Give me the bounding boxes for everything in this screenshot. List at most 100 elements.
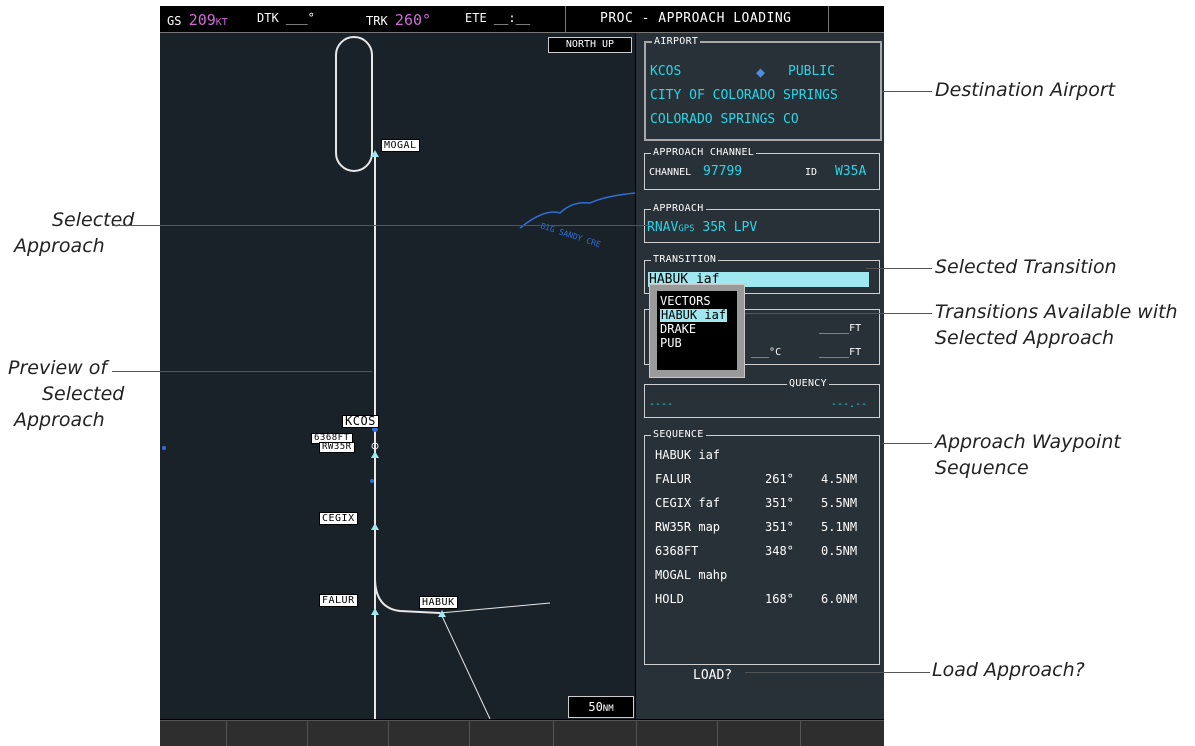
sequence-waypoint-name: 6368FT — [655, 544, 699, 558]
sequence-waypoint-name: CEGIX faf — [655, 496, 721, 510]
callout-line — [866, 268, 932, 269]
waypoint-triangle — [371, 608, 379, 615]
sequence-waypoint-dtk: 261° — [765, 472, 794, 486]
callout-line — [745, 313, 932, 314]
callout-preview-1: Preview of — [8, 357, 108, 379]
transition-option[interactable]: DRAKE — [660, 323, 696, 336]
transition-option[interactable]: HABUK iaf — [660, 309, 728, 322]
airport-type-icon: ◆ — [756, 63, 766, 81]
id-label: ID — [805, 167, 818, 178]
divider — [565, 6, 566, 32]
gs-unit: KT — [215, 17, 228, 28]
airport-type: PUBLIC — [788, 64, 835, 79]
waypoint-label-falur: FALUR — [319, 594, 358, 607]
channel-value: 97799 — [703, 164, 743, 179]
waypoint-triangle — [371, 451, 379, 458]
habuk-outbound-line — [441, 615, 491, 719]
softkey-7[interactable] — [717, 721, 718, 746]
approach-type: RNAV — [647, 220, 679, 235]
transitions-popup: VECTORS HABUK iaf DRAKE PUB — [649, 284, 745, 378]
sequence-waypoint-distance: 0.5NM — [821, 544, 858, 558]
ete-field: ETE __:__ — [465, 11, 530, 25]
airport-ident[interactable]: KCOS — [650, 64, 681, 79]
sequence-waypoint-distance: 4.5NM — [821, 472, 858, 486]
load-approach-button[interactable]: LOAD? — [693, 668, 732, 683]
channel-label: CHANNEL — [649, 167, 692, 178]
airport-city: COLORADO SPRINGS CO — [650, 112, 799, 127]
approach-preview-map[interactable]: BIG SANDY CRE NORTH UP MOGAL KCOS 6368FT… — [160, 33, 635, 719]
map-range-scale: 50NM — [568, 696, 634, 718]
softkey-8[interactable] — [800, 721, 801, 746]
sequence-waypoint-dtk: 351° — [765, 520, 794, 534]
transition-title: TRANSITION — [651, 254, 719, 265]
river — [519, 192, 635, 229]
map-dot — [162, 446, 166, 450]
trk-label: TRK — [366, 14, 388, 28]
softkey-5[interactable] — [553, 721, 554, 746]
sequence-waypoint-name: FALUR — [655, 472, 692, 486]
waypoint-label-mogal: MOGAL — [381, 139, 420, 152]
north-up-indicator[interactable]: NORTH UP — [548, 37, 632, 53]
dtk-field: DTK ___° — [257, 11, 315, 25]
trk-value: 260° — [394, 11, 432, 29]
sequence-waypoint-name: HOLD — [655, 592, 684, 606]
transition-option[interactable]: VECTORS — [660, 295, 711, 308]
approach-runway: 35R LPV — [694, 220, 758, 235]
divider — [828, 6, 829, 32]
trk-field: TRK 260° — [366, 11, 431, 29]
minimums-ft2: _____FT — [819, 347, 862, 358]
waypoint-label-rw35r: RW35R — [319, 442, 355, 453]
callout-selected-approach-2: Approach — [14, 235, 105, 257]
page-title: PROC - APPROACH LOADING — [600, 11, 792, 26]
ete-value: __:__ — [493, 11, 531, 25]
callout-line — [112, 371, 372, 372]
sequence-waypoint-name: MOGAL mahp — [655, 568, 728, 582]
callout-selected-transition: Selected Transition — [935, 256, 1117, 278]
frequency-right: ---.-- — [831, 399, 868, 410]
callout-line — [112, 225, 652, 226]
waypoint-label-habuk: HABUK — [419, 596, 458, 609]
waypoint-label-cegix: CEGIX — [319, 512, 358, 525]
scale-unit: NM — [602, 704, 614, 714]
callout-waypoint-seq-2: Sequence — [935, 457, 1029, 479]
softkey-2[interactable] — [307, 721, 308, 746]
softkey-4[interactable] — [469, 721, 470, 746]
scale-value: 50 — [588, 700, 603, 714]
minimums-ft1: _____FT — [819, 323, 862, 334]
sequence-waypoint-name: RW35R map — [655, 520, 721, 534]
waypoint-label-kcos: KCOS — [342, 415, 379, 428]
sequence-waypoint-name: HABUK iaf — [655, 448, 721, 462]
softkey-6[interactable] — [636, 721, 637, 746]
approach-channel-box: APPROACH CHANNEL CHANNEL 97799 ID W35A — [644, 147, 880, 190]
frequency-left: ---- — [649, 399, 674, 410]
airport-name: CITY OF COLORADO SPRINGS — [650, 88, 838, 103]
id-value: W35A — [835, 164, 867, 179]
approach-title: APPROACH — [651, 203, 706, 214]
callout-destination-airport: Destination Airport — [935, 79, 1116, 101]
transitions-list: VECTORS HABUK iaf DRAKE PUB — [657, 291, 737, 370]
top-status-bar: GS 209KT DTK ___° TRK 260° ETE __:__ PRO… — [160, 6, 884, 33]
holding-pattern — [335, 36, 373, 172]
airport-box: AIRPORT KCOS ◆ PUBLIC CITY OF COLORADO S… — [644, 36, 882, 141]
approach-value[interactable]: RNAVGPS 35R LPV — [647, 220, 757, 235]
callout-preview-3: Approach — [14, 409, 105, 431]
airport-box-title: AIRPORT — [652, 36, 701, 47]
callout-line — [882, 443, 932, 444]
callout-selected-approach-1: Selected — [52, 209, 135, 231]
callout-waypoint-seq-1: Approach Waypoint — [935, 431, 1121, 453]
approach-type-sub: GPS — [678, 224, 695, 234]
frequency-title: QUENCY — [787, 378, 829, 389]
callout-line — [745, 672, 930, 673]
callout-transitions-available-1: Transitions Available with — [935, 301, 1178, 323]
softkey-3[interactable] — [388, 721, 389, 746]
callout-line — [882, 91, 932, 92]
transition-option[interactable]: PUB — [660, 337, 682, 350]
softkey-1[interactable] — [226, 721, 227, 746]
sequence-waypoint-dtk: 168° — [765, 592, 794, 606]
sequence-waypoint-distance: 5.1NM — [821, 520, 858, 534]
ete-label: ETE — [465, 11, 487, 25]
callout-transitions-available-2: Selected Approach — [935, 327, 1115, 349]
gs-value: 209 — [188, 11, 216, 29]
sequence-waypoint-dtk: 348° — [765, 544, 794, 558]
dtk-value: ___° — [285, 11, 315, 25]
